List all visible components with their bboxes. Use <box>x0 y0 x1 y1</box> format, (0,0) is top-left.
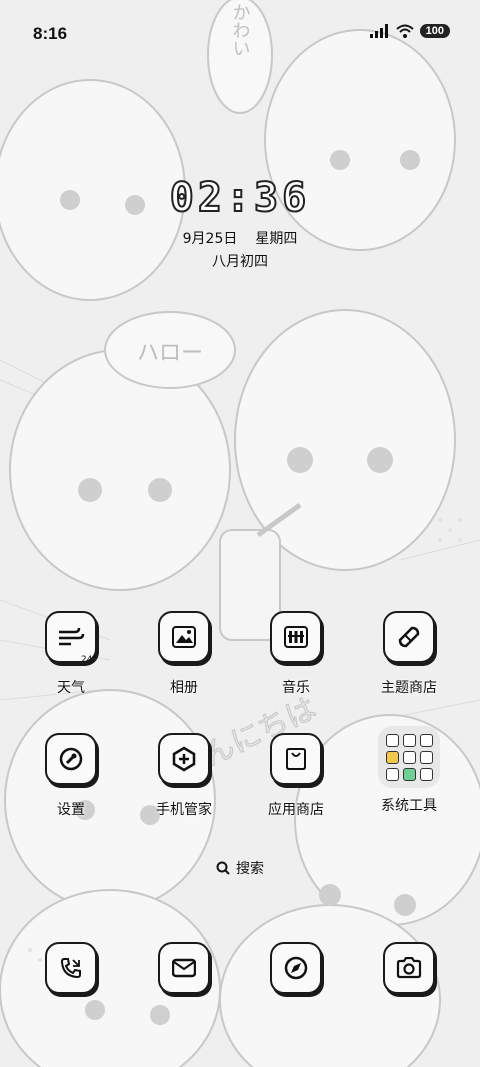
app-store-icon <box>270 733 322 785</box>
dock-phone[interactable] <box>16 942 126 994</box>
wifi-icon <box>395 24 414 38</box>
status-bar: 8:16 100 <box>0 0 480 66</box>
gallery-icon <box>158 611 210 663</box>
weekday-text: 星期四 <box>255 231 298 247</box>
security-icon <box>158 733 210 785</box>
app-theme-store[interactable]: 主题商店 <box>354 611 464 697</box>
search-icon <box>216 861 230 875</box>
clock-widget[interactable]: 02:36 <box>0 174 480 222</box>
search-label: 搜索 <box>236 861 264 877</box>
app-gallery[interactable]: 相册 <box>129 611 239 697</box>
app-weather[interactable]: 24° 天气 <box>16 611 126 697</box>
phone-icon <box>45 942 97 994</box>
signal-icon <box>369 24 388 38</box>
battery-indicator: 100 <box>419 24 450 38</box>
weather-wind-icon: 24° <box>45 611 97 665</box>
dock-camera[interactable] <box>354 942 464 994</box>
music-icon <box>270 611 322 663</box>
messages-icon <box>158 942 210 994</box>
bubble-mid-text: ハロー <box>137 341 203 366</box>
app-label: 设置 <box>57 802 85 818</box>
app-app-store[interactable]: 应用商店 <box>241 733 351 819</box>
search-button[interactable]: 搜索 <box>0 858 480 878</box>
lunar-date: 八月初四 <box>212 254 268 270</box>
browser-icon <box>270 942 322 994</box>
date-row: 9月25日 星期四 <box>0 228 480 248</box>
status-icons: 100 <box>369 24 450 38</box>
app-security[interactable]: 手机管家 <box>129 733 239 819</box>
app-label: 音乐 <box>282 680 310 696</box>
app-label: 应用商店 <box>268 802 324 818</box>
dock-browser[interactable] <box>241 942 351 994</box>
app-label: 系统工具 <box>381 798 437 814</box>
weather-temp: 24° <box>81 655 97 665</box>
theme-store-icon <box>383 611 435 663</box>
date-text: 9月25日 <box>182 231 238 247</box>
folder-system-tools[interactable]: 系统工具 <box>354 726 464 815</box>
app-label: 天气 <box>57 680 85 696</box>
app-settings[interactable]: 设置 <box>16 733 126 819</box>
app-music[interactable]: 音乐 <box>241 611 351 697</box>
folder-icon <box>378 726 440 788</box>
wallpaper: かわい ハロー こんにちは <box>0 0 480 1067</box>
app-label: 手机管家 <box>156 802 212 818</box>
camera-icon <box>383 942 435 994</box>
settings-icon <box>45 733 97 785</box>
app-label: 主题商店 <box>381 680 437 696</box>
app-label: 相册 <box>170 680 198 696</box>
status-time: 8:16 <box>33 24 68 43</box>
dock-messages[interactable] <box>129 942 239 994</box>
